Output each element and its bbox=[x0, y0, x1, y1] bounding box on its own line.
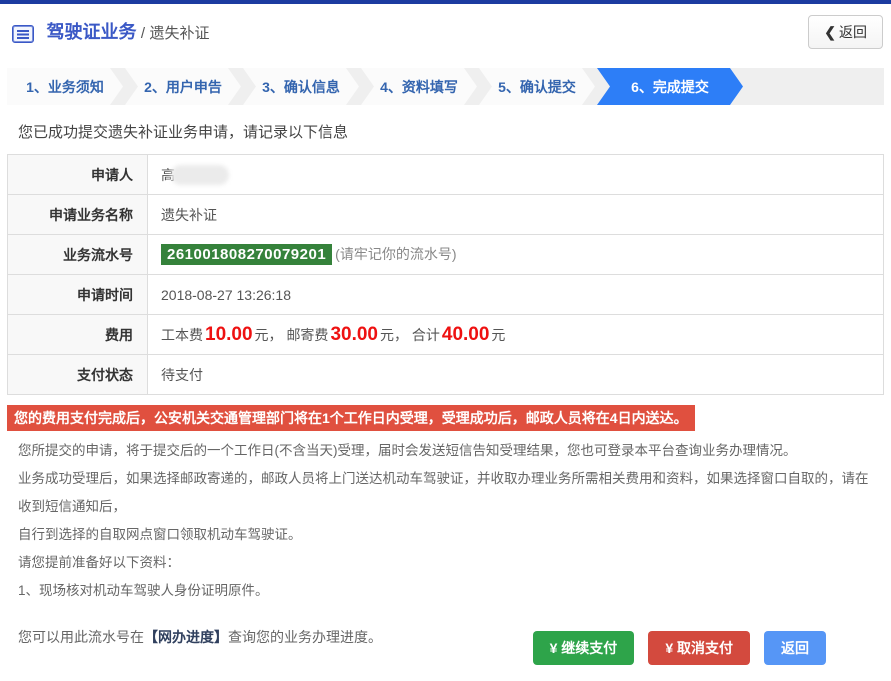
continue-pay-button[interactable]: ¥ 继续支付 bbox=[532, 631, 635, 665]
step-bar-filler bbox=[745, 68, 884, 105]
table-row-serial: 业务流水号 261001808270079201 (请牢记你的流水号) bbox=[7, 234, 884, 275]
table-row-fee: 费用 工本费 10.00 元， 邮寄费 30.00 元， 合计 40.00 元 bbox=[7, 314, 884, 355]
notice-paragraph: 自行到选择的自取网点窗口领取机动车驾驶证。 bbox=[18, 527, 302, 542]
fee-label: 费用 bbox=[7, 314, 148, 355]
apply-time-label: 申请时间 bbox=[7, 274, 148, 315]
pay-status-label: 支付状态 bbox=[7, 354, 148, 395]
step-3-confirm-info[interactable]: 3、确认信息 bbox=[243, 68, 359, 105]
success-message: 您已成功提交遗失补证业务申请，请记录以下信息 bbox=[18, 124, 349, 141]
table-row-applicant: 申请人 高 bbox=[7, 154, 884, 195]
notice-paragraphs: 您所提交的申请，将于提交后的一个工作日(不含当天)受理，届时会发送短信告知受理结… bbox=[18, 437, 873, 605]
fee-part-name: 合计 bbox=[411, 326, 440, 343]
step-2-user-declaration[interactable]: 2、用户申告 bbox=[125, 68, 241, 105]
pay-status-value: 待支付 bbox=[147, 354, 884, 395]
page-title: 驾驶证业务 bbox=[46, 22, 137, 42]
step-4-fill-data[interactable]: 4、资料填写 bbox=[361, 68, 477, 105]
step-wizard: 1、业务须知 2、用户申告 3、确认信息 4、资料填写 5、确认提交 6、完成提… bbox=[7, 68, 884, 105]
fee-part-name: 邮寄费 bbox=[286, 326, 329, 343]
progress-hint-suffix: 查询您的业务办理进度。 bbox=[228, 629, 382, 645]
payment-notice-banner: 您的费用支付完成后，公安机关交通管理部门将在1个工作日内受理，受理成功后，邮政人… bbox=[7, 405, 695, 431]
license-list-icon bbox=[12, 25, 34, 48]
notice-paragraph: 您所提交的申请，将于提交后的一个工作日(不含当天)受理，届时会发送短信告知受理结… bbox=[18, 443, 797, 458]
fee-value: 工本费 10.00 元， 邮寄费 30.00 元， 合计 40.00 元 bbox=[147, 314, 884, 355]
fee-part-amount: 10.00 bbox=[205, 323, 253, 345]
serial-number-badge: 261001808270079201 bbox=[161, 244, 333, 265]
table-row-service-name: 申请业务名称 遗失补证 bbox=[7, 194, 884, 235]
service-name-label: 申请业务名称 bbox=[7, 194, 148, 235]
serial-value: 261001808270079201 (请牢记你的流水号) bbox=[147, 234, 884, 275]
page-header: 驾驶证业务 / 遗失补证 ❮ 返回 bbox=[0, 4, 891, 60]
page: 驾驶证业务 / 遗失补证 ❮ 返回 1、业务须知 2、用户申告 3、确认信息 4、… bbox=[0, 0, 891, 681]
applicant-value: 高 bbox=[147, 154, 884, 195]
chevron-left-icon: ❮ bbox=[824, 24, 836, 40]
fee-part-suffix: 元， bbox=[379, 326, 408, 343]
step-6-complete-submit[interactable]: 6、完成提交 bbox=[597, 68, 743, 105]
service-name-value: 遗失补证 bbox=[147, 194, 884, 235]
redacted-name-blur bbox=[171, 164, 229, 185]
apply-time-value: 2018-08-27 13:26:18 bbox=[147, 274, 884, 315]
table-row-pay-status: 支付状态 待支付 bbox=[7, 354, 884, 395]
application-info-table: 申请人 高 申请业务名称 遗失补证 业务流水号 2610018082700792… bbox=[7, 154, 884, 395]
notice-paragraph: 1、现场核对机动车驾驶人身份证明原件。 bbox=[18, 583, 269, 598]
progress-hint-highlight: 【网办进度】 bbox=[144, 629, 228, 645]
applicant-label: 申请人 bbox=[7, 154, 148, 195]
step-5-confirm-submit[interactable]: 5、确认提交 bbox=[479, 68, 595, 105]
table-row-apply-time: 申请时间 2018-08-27 13:26:18 bbox=[7, 274, 884, 315]
breadcrumb-separator: / bbox=[140, 25, 146, 42]
fee-part-amount: 40.00 bbox=[441, 323, 490, 345]
header-back-label: 返回 bbox=[839, 24, 867, 40]
footer-back-button[interactable]: 返回 bbox=[764, 631, 826, 665]
fee-part-suffix: 元 bbox=[491, 326, 506, 343]
fee-part-suffix: 元， bbox=[254, 326, 283, 343]
serial-label: 业务流水号 bbox=[7, 234, 148, 275]
header-back-button[interactable]: ❮ 返回 bbox=[808, 15, 883, 49]
progress-hint-prefix: 您可以用此流水号在 bbox=[18, 629, 144, 645]
fee-part-amount: 30.00 bbox=[330, 323, 378, 345]
breadcrumb-current: 遗失补证 bbox=[149, 25, 210, 42]
step-1-business-notice[interactable]: 1、业务须知 bbox=[7, 68, 123, 105]
footer-actions: ¥ 继续支付 ¥ 取消支付 返回 bbox=[532, 631, 826, 665]
serial-note: (请牢记你的流水号) bbox=[335, 246, 457, 262]
cancel-pay-button[interactable]: ¥ 取消支付 bbox=[648, 631, 750, 665]
notice-paragraph: 业务成功受理后，如果选择邮政寄递的，邮政人员将上门送达机动车驾驶证，并收取办理业… bbox=[18, 471, 869, 514]
notice-paragraph: 请您提前准备好以下资料： bbox=[18, 555, 180, 570]
fee-part-name: 工本费 bbox=[161, 326, 203, 343]
